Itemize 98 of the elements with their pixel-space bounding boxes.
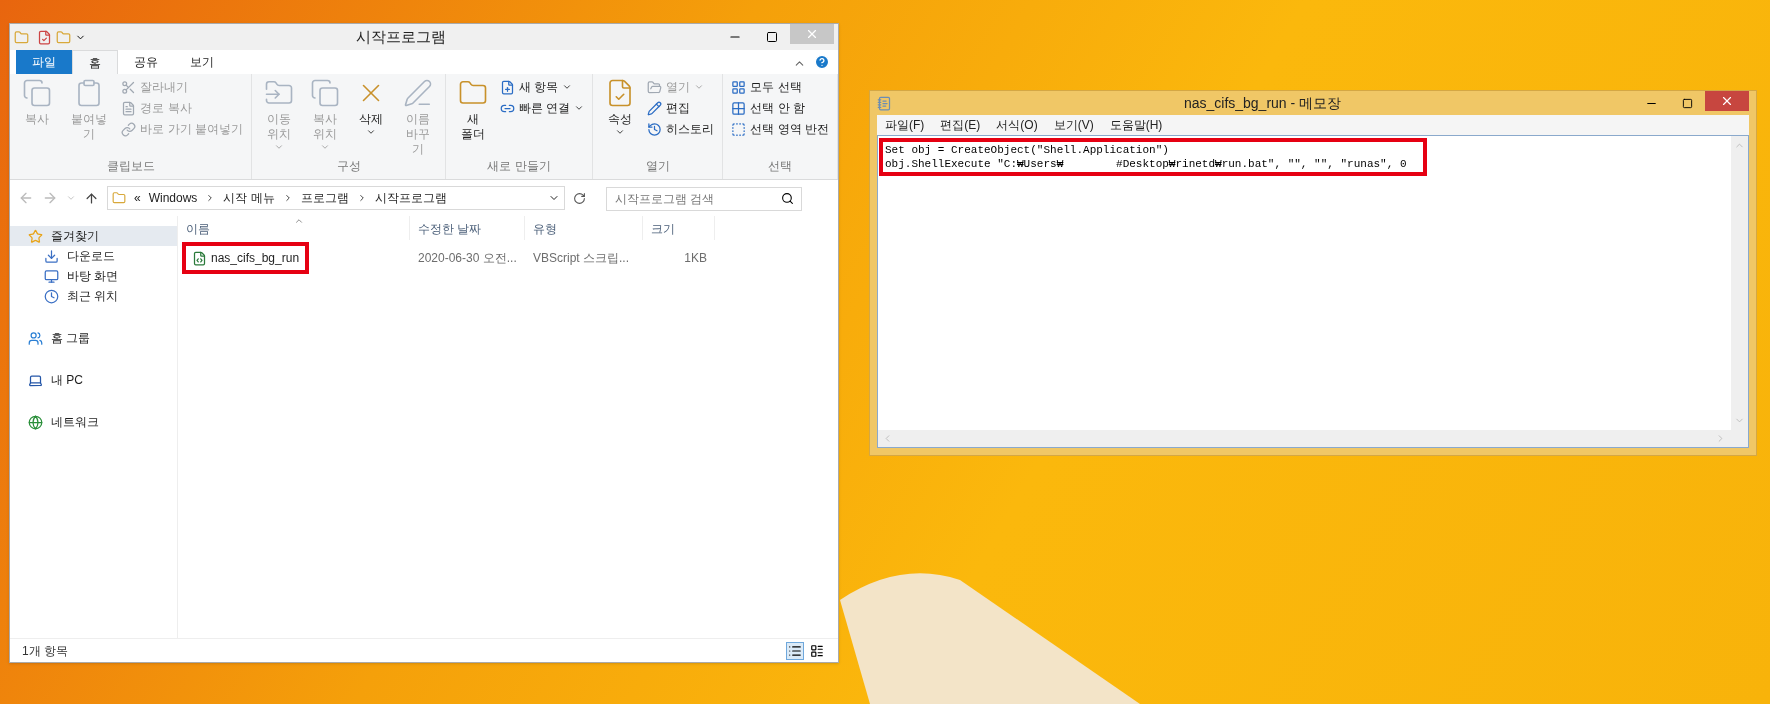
ribbon-button[interactable]: 삭제	[352, 78, 391, 157]
close-button[interactable]	[1705, 91, 1749, 111]
caret-icon	[320, 142, 331, 152]
details-view-button[interactable]	[786, 641, 804, 660]
sidebar-item[interactable]: 네트워크	[10, 412, 177, 432]
group-label: 열기	[644, 158, 671, 175]
ribbon-button[interactable]: 편집	[647, 99, 715, 117]
sidebar-item[interactable]: 홈 그룹	[10, 328, 177, 348]
column-header[interactable]: 유형	[525, 216, 643, 240]
ribbon-tab[interactable]: 공유	[118, 50, 174, 74]
star-icon	[28, 228, 43, 244]
dashed-square-icon	[731, 121, 747, 137]
menu-item[interactable]: 도움말(H)	[1109, 116, 1163, 134]
ribbon-button[interactable]: 새 항목	[500, 78, 585, 96]
computer-icon	[28, 372, 43, 388]
group-label: 새로 만들기	[486, 158, 552, 175]
document-icon	[121, 100, 137, 116]
open-icon	[647, 79, 663, 95]
script-file-icon	[192, 250, 207, 266]
group-label: 구성	[335, 158, 362, 175]
close-icon	[805, 27, 819, 41]
caret-icon	[615, 127, 626, 137]
path-segment[interactable]: Windows	[148, 189, 198, 207]
ribbon-button[interactable]: 속성	[601, 78, 640, 157]
column-header[interactable]: 크기	[643, 216, 715, 240]
maximize-icon[interactable]	[1682, 97, 1693, 109]
homegroup-icon	[28, 330, 43, 346]
sidebar-item[interactable]: 최근 위치	[10, 286, 177, 306]
sidebar-item[interactable]: 다운로드	[10, 246, 177, 266]
ribbon-tab[interactable]: 보기	[174, 50, 230, 74]
refresh-icon[interactable]	[573, 191, 586, 205]
window-title: nas_cifs_bg_run - 메모장	[1182, 93, 1343, 113]
scissors-icon	[121, 79, 137, 95]
forward-icon[interactable]	[42, 190, 58, 206]
link-icon	[121, 121, 137, 137]
caret-icon	[562, 82, 573, 92]
text-content[interactable]: Set obj = CreateObject("Shell.Application") obj.ShellExecute "C:₩Users₩ #Desktop₩rinetd₩run.bat", "", "", "runas", 0	[879, 138, 1427, 176]
ribbon-tab[interactable]: 홈	[72, 50, 118, 74]
ribbon-tab[interactable]: 파일	[16, 50, 72, 74]
help-icon[interactable]	[814, 54, 830, 70]
tiles-icon	[810, 643, 824, 658]
grid-icon	[731, 79, 747, 95]
caret-icon	[274, 142, 285, 152]
back-icon[interactable]	[18, 190, 34, 206]
address-bar[interactable]: « Windows 시작 메뉴 프로그램 시작프로그램	[107, 186, 565, 210]
caret-icon	[574, 103, 585, 113]
grid-icon	[731, 100, 747, 116]
group-label: 클립보드	[105, 158, 156, 175]
ribbon-button[interactable]: 모두 선택	[731, 78, 829, 96]
menu-item[interactable]: 편집(E)	[940, 116, 981, 134]
properties-icon	[37, 29, 52, 45]
caret-icon	[694, 82, 705, 92]
ribbon-button[interactable]: 빠른 연결	[500, 99, 585, 117]
ribbon-button[interactable]: 선택 안 함	[731, 99, 829, 117]
table-cell-text: VBScript 스크립...	[532, 250, 631, 267]
sidebar-item[interactable]: 바탕 화면	[10, 266, 177, 286]
group-label: 선택	[767, 158, 794, 175]
path-segment[interactable]: 시작 메뉴	[223, 189, 275, 207]
up-icon[interactable]	[84, 190, 99, 206]
menu-item[interactable]: 파일(F)	[885, 116, 925, 134]
column-header[interactable]: 이름	[178, 216, 410, 240]
clock-icon	[44, 288, 59, 304]
item-count: 1개 항목	[22, 642, 68, 660]
pencil-icon	[647, 100, 663, 116]
sidebar-item[interactable]: 즐겨찾기	[10, 226, 177, 246]
ribbon-button[interactable]: 히스토리	[647, 120, 715, 138]
rename-icon	[402, 78, 433, 108]
ribbon-button[interactable]: 새 폴더	[454, 78, 492, 157]
copy-icon	[22, 78, 52, 108]
notepad-icon	[877, 95, 892, 111]
search-icon	[781, 191, 794, 205]
history-icon	[647, 121, 663, 137]
download-icon	[44, 248, 59, 264]
close-icon	[1720, 94, 1734, 108]
copy-icon	[310, 78, 341, 108]
file-name[interactable]: nas_cifs_bg_run	[182, 242, 310, 274]
window-title: 시작프로그램	[355, 26, 447, 47]
ribbon-button[interactable]: 선택 영역 반전	[731, 120, 829, 138]
path-segment[interactable]: 시작프로그램	[374, 189, 447, 207]
caret-icon	[366, 127, 377, 137]
list-icon	[788, 643, 802, 658]
monitor-icon	[44, 268, 59, 284]
file-plus-icon	[500, 79, 515, 95]
menu-item[interactable]: 보기(V)	[1053, 116, 1094, 134]
column-header[interactable]: 수정한 날짜	[410, 216, 525, 240]
sidebar-item[interactable]: 내 PC	[10, 370, 177, 390]
table-cell-text: 1KB	[683, 250, 708, 267]
search-field[interactable]: 시작프로그램 검색	[606, 186, 802, 211]
table-cell-text: 2020-06-30 오전...	[417, 250, 518, 267]
maximize-icon[interactable]	[766, 31, 778, 43]
menu-item[interactable]: 서식(O)	[996, 116, 1038, 134]
path-segment[interactable]: 프로그램	[300, 189, 349, 207]
folder-icon	[14, 29, 29, 45]
folder-icon	[56, 29, 71, 45]
globe-icon	[28, 414, 43, 430]
folder-icon	[112, 191, 126, 205]
sort-icon	[293, 216, 304, 226]
overflow-marker: «	[134, 190, 141, 207]
